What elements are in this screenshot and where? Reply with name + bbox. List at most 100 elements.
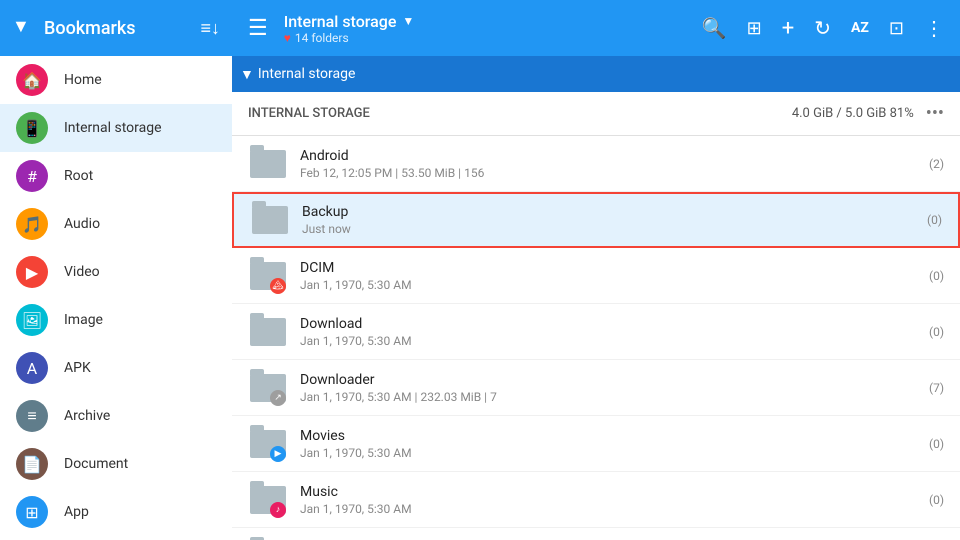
heart-icon: ♥ xyxy=(284,31,291,45)
sidebar-label-internal-storage: Internal storage xyxy=(64,120,162,136)
file-meta-music: Jan 1, 1970, 5:30 AM xyxy=(300,502,929,516)
sidebar-item-app[interactable]: ⊞ App xyxy=(0,488,232,536)
file-row-music[interactable]: ♪ Music Jan 1, 1970, 5:30 AM(0) xyxy=(232,472,960,528)
sidebar-title: Bookmarks xyxy=(44,18,200,39)
home-icon: 🏠 xyxy=(16,64,48,96)
breadcrumb-collapse-icon[interactable]: ▼ xyxy=(240,66,254,83)
file-row-android[interactable]: AndroidFeb 12, 12:05 PM | 53.50 MiB | 15… xyxy=(232,136,960,192)
file-count-download: (0) xyxy=(929,325,944,339)
file-row-movies[interactable]: ▶ Movies Jan 1, 1970, 5:30 AM(0) xyxy=(232,416,960,472)
folder-badge-downloader: ↗ xyxy=(270,390,286,406)
sidebar-item-archive[interactable]: ≡Archive xyxy=(0,392,232,440)
file-meta-dcim: Jan 1, 1970, 5:30 AM xyxy=(300,278,929,292)
audio-icon: 🎵 xyxy=(16,208,48,240)
sidebar-label-audio: Audio xyxy=(64,216,100,232)
folder-icon-music: ♪ xyxy=(248,480,288,520)
file-info-download: DownloadJan 1, 1970, 5:30 AM xyxy=(300,316,929,348)
sidebar-item-internal-storage[interactable]: 📱Internal storage xyxy=(0,104,232,152)
folder-badge-movies: ▶ xyxy=(270,446,286,462)
file-info-downloader: Downloader Jan 1, 1970, 5:30 AM | 232.03 … xyxy=(300,372,929,404)
file-row-backup[interactable]: BackupJust now(0) xyxy=(232,192,960,248)
main-content: ☰ Internal storage ▼ ♥ 14 folders 🔍 ⊞ + … xyxy=(232,0,960,540)
storage-more-button[interactable]: ••• xyxy=(926,103,944,124)
folder-icon-android xyxy=(248,144,288,184)
file-row-download[interactable]: DownloadJan 1, 1970, 5:30 AM(0) xyxy=(232,304,960,360)
toolbar-subtitle: ♥ 14 folders xyxy=(284,31,415,45)
toolbar-title: Internal storage xyxy=(284,12,397,31)
sidebar-item-apk[interactable]: AAPK xyxy=(0,344,232,392)
sidebar-label-home: Home xyxy=(64,72,102,88)
folder-icon-downloader: ↗ xyxy=(248,368,288,408)
select-button[interactable]: ⊡ xyxy=(881,10,912,47)
sidebar-label-video: Video xyxy=(64,264,100,280)
document-icon: 📄 xyxy=(16,448,48,480)
folder-badge-music: ♪ xyxy=(270,502,286,518)
refresh-button[interactable]: ↻ xyxy=(806,8,839,48)
breadcrumb-bar: ▼ Internal storage xyxy=(232,56,960,92)
storage-header: INTERNAL STORAGE 4.0 GiB / 5.0 GiB 81% •… xyxy=(232,92,960,136)
file-count-music: (0) xyxy=(929,493,944,507)
file-name-dcim: DCIM xyxy=(300,260,929,276)
folder-badge-dcim: 🏔 xyxy=(270,278,286,294)
add-button[interactable]: + xyxy=(774,8,802,49)
folder-icon-download xyxy=(248,312,288,352)
file-info-movies: Movies Jan 1, 1970, 5:30 AM xyxy=(300,428,929,460)
file-row-dcim[interactable]: 🏔 DCIM Jan 1, 1970, 5:30 AM(0) xyxy=(232,248,960,304)
file-meta-downloader: Jan 1, 1970, 5:30 AM | 232.03 MiB | 7 xyxy=(300,390,929,404)
search-button[interactable]: 🔍 xyxy=(694,8,735,48)
file-name-downloader: Downloader xyxy=(300,372,929,388)
root-icon: # xyxy=(16,160,48,192)
file-count-movies: (0) xyxy=(929,437,944,451)
file-rows: AndroidFeb 12, 12:05 PM | 53.50 MiB | 15… xyxy=(232,136,960,540)
sidebar-label-app: App xyxy=(64,504,89,520)
folder-icon-dcim: 🏔 xyxy=(248,256,288,296)
file-name-download: Download xyxy=(300,316,929,332)
sidebar: ▼ Bookmarks ≡↓ 🏠 Home 📱Internal storage # Ro… xyxy=(0,0,232,540)
image-icon: 🖼 xyxy=(16,304,48,336)
more-options-button[interactable]: ⋮ xyxy=(916,8,952,48)
chevron-down-icon[interactable]: ▼ xyxy=(12,16,36,40)
sidebar-item-home[interactable]: 🏠 Home xyxy=(0,56,232,104)
file-name-movies: Movies xyxy=(300,428,929,444)
file-info-android: AndroidFeb 12, 12:05 PM | 53.50 MiB | 15… xyxy=(300,148,929,180)
file-meta-backup: Just now xyxy=(302,222,927,236)
sidebar-item-document[interactable]: 📄 Document xyxy=(0,440,232,488)
sidebar-label-document: Document xyxy=(64,456,128,472)
sidebar-item-audio[interactable]: 🎵 Audio xyxy=(0,200,232,248)
toolbar-actions: 🔍 ⊞ + ↻ AZ ⊡ ⋮ xyxy=(694,8,952,49)
archive-icon: ≡ xyxy=(16,400,48,432)
file-info-music: Music Jan 1, 1970, 5:30 AM xyxy=(300,484,929,516)
sidebar-item-all-files[interactable]: 📁All Files xyxy=(0,536,232,540)
toolbar-title-row: Internal storage ▼ xyxy=(284,12,415,31)
file-count-backup: (0) xyxy=(927,213,942,227)
file-name-music: Music xyxy=(300,484,929,500)
sidebar-header: ▼ Bookmarks ≡↓ xyxy=(0,0,232,56)
file-row-downloader[interactable]: ↗ Downloader Jan 1, 1970, 5:30 AM | 232.03… xyxy=(232,360,960,416)
sidebar-item-image[interactable]: 🖼 Image xyxy=(0,296,232,344)
menu-icon[interactable]: ☰ xyxy=(240,8,276,49)
sort-icon[interactable]: ≡↓ xyxy=(200,18,220,39)
sidebar-label-root: Root xyxy=(64,168,93,184)
sidebar-label-image: Image xyxy=(64,312,103,328)
folder-icon-movies: ▶ xyxy=(248,424,288,464)
view-button[interactable]: ⊞ xyxy=(739,10,770,47)
storage-name: INTERNAL STORAGE xyxy=(248,106,780,121)
sidebar-items: 🏠Home📱Internal storage#Root🎵Audio▶Video🖼… xyxy=(0,56,232,540)
toolbar-title-block: Internal storage ▼ ♥ 14 folders xyxy=(284,12,415,45)
sort-az-button[interactable]: AZ xyxy=(843,12,877,44)
folder-icon-backup xyxy=(250,200,290,240)
sidebar-item-video[interactable]: ▶Video xyxy=(0,248,232,296)
sidebar-item-root[interactable]: # Root xyxy=(0,152,232,200)
file-count-downloader: (7) xyxy=(929,381,944,395)
apk-icon: A xyxy=(16,352,48,384)
breadcrumb-text: Internal storage xyxy=(258,66,356,82)
app-icon: ⊞ xyxy=(16,496,48,528)
folder-icon-notifications xyxy=(248,536,288,540)
file-list: INTERNAL STORAGE 4.0 GiB / 5.0 GiB 81% •… xyxy=(232,92,960,540)
toolbar-dropdown-icon[interactable]: ▼ xyxy=(402,14,414,28)
toolbar: ☰ Internal storage ▼ ♥ 14 folders 🔍 ⊞ + … xyxy=(232,0,960,56)
file-name-android: Android xyxy=(300,148,929,164)
file-meta-movies: Jan 1, 1970, 5:30 AM xyxy=(300,446,929,460)
file-count-dcim: (0) xyxy=(929,269,944,283)
file-row-notifications[interactable]: NotificationsJan 1, 1970, 5:30 AM xyxy=(232,528,960,540)
